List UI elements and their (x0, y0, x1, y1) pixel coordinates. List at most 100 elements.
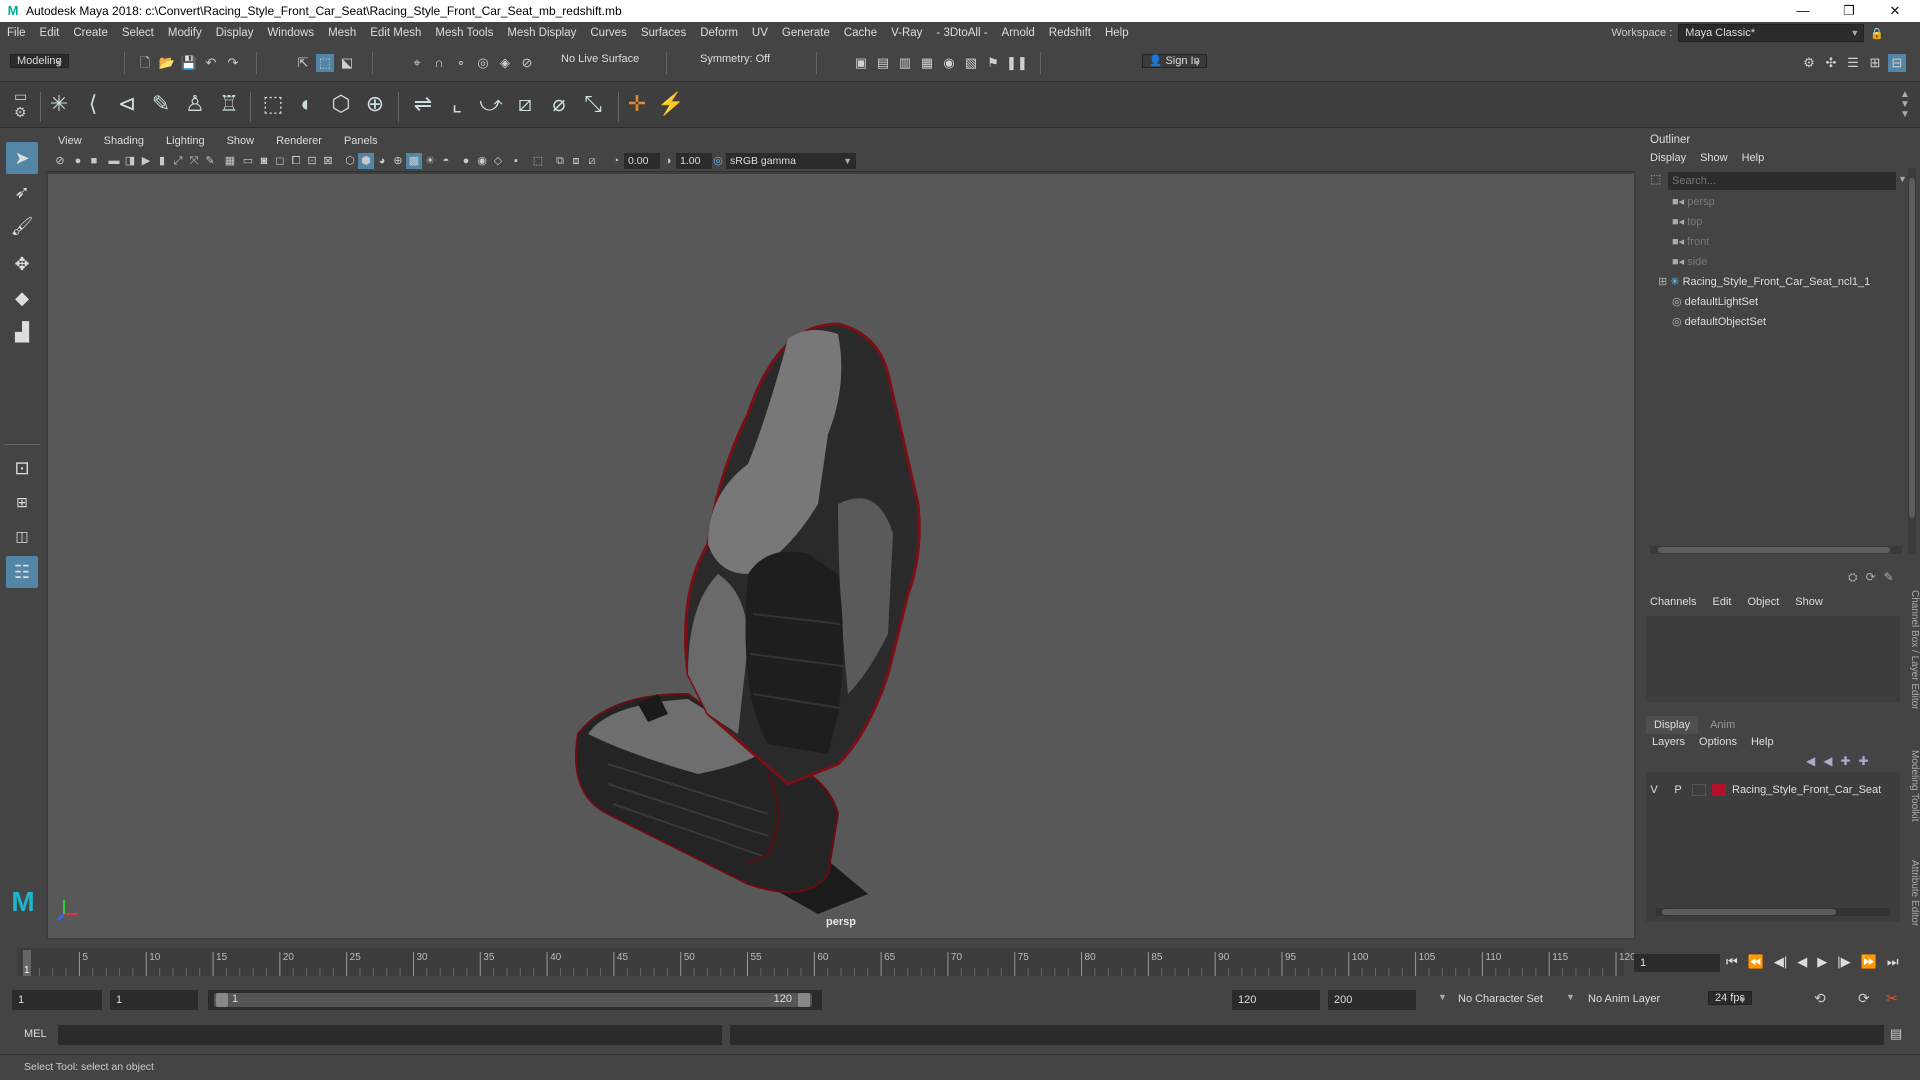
snap-grid-icon[interactable]: ⌖ (408, 54, 426, 72)
outliner-menu-show[interactable]: Show (1700, 152, 1728, 164)
wireframe-icon[interactable]: ⬡ (342, 153, 358, 169)
play-backward-icon[interactable]: ◀ (1797, 954, 1807, 970)
scale-tool-icon[interactable]: ▟ (6, 316, 38, 348)
grease-pencil-icon[interactable]: ▶ (138, 153, 154, 169)
bookmark-icon[interactable]: ■ (86, 153, 102, 169)
layer-color-swatch[interactable] (1712, 784, 1726, 796)
outliner-search-input[interactable] (1668, 172, 1896, 190)
move-layer-down-icon[interactable]: ◀ (1823, 754, 1832, 768)
3dtoall-icon[interactable]: ✛ (622, 88, 652, 120)
render-view-icon[interactable]: ▣ (852, 54, 870, 72)
menu-edit[interactable]: Edit (33, 27, 67, 39)
layer-playback-toggle[interactable]: P (1668, 784, 1688, 796)
panel-menu-view[interactable]: View (46, 135, 92, 147)
minimize-button[interactable]: — (1780, 0, 1826, 22)
depth-of-field-icon[interactable]: ▪ (508, 153, 524, 169)
refresh-icon[interactable]: ⟳ (1866, 570, 1876, 585)
menu-generate[interactable]: Generate (775, 27, 837, 39)
snap-curve-icon[interactable]: ∩ (430, 54, 448, 72)
select-hierarchy-icon[interactable]: ⇱ (294, 54, 312, 72)
save-scene-icon[interactable]: 💾 (180, 54, 198, 72)
step-forward-key-icon[interactable]: ⏩ (1861, 954, 1877, 970)
ep-curve-icon[interactable]: ⊲ (112, 88, 142, 120)
create-sphere-icon[interactable]: ◐ (292, 88, 322, 120)
step-forward-frame-icon[interactable]: |▶ (1837, 954, 1850, 970)
panel-menu-renderer[interactable]: Renderer (264, 135, 332, 147)
panel-menu-shading[interactable]: Shading (92, 135, 154, 147)
3dtoall-export-icon[interactable]: ⚡ (656, 88, 686, 120)
menu-windows[interactable]: Windows (260, 27, 321, 39)
outliner-item-racing-seat[interactable]: ⊞ ✳ Racing_Style_Front_Car_Seat_ncl1_1 (1642, 272, 1892, 292)
new-layer-icon[interactable]: ✚ (1840, 754, 1850, 768)
redo-icon[interactable]: ↷ (224, 54, 242, 72)
outliner-horizontal-scrollbar[interactable] (1650, 546, 1902, 554)
motion-blur-icon[interactable]: ◉ (474, 153, 490, 169)
outliner-menu-display[interactable]: Display (1650, 152, 1686, 164)
bridge-icon[interactable]: ⤻ (476, 88, 506, 120)
move-tool-icon[interactable]: ✥ (6, 248, 38, 280)
skeleton-icon[interactable]: ♖ (214, 88, 244, 120)
panel-menu-lighting[interactable]: Lighting (154, 135, 215, 147)
bevel-icon[interactable]: ⌞ (442, 88, 472, 120)
layer-visibility-toggle[interactable]: V (1646, 784, 1662, 796)
menu-edit-mesh[interactable]: Edit Mesh (363, 27, 428, 39)
outliner-item-default-object-set[interactable]: ◎ defaultObjectSet (1642, 312, 1892, 332)
safe-action-icon[interactable]: ⧠ (288, 153, 304, 169)
channel-menu-show[interactable]: Show (1795, 596, 1823, 608)
shelf-options-icon[interactable]: ▭ ⚙ (14, 88, 27, 120)
undo-icon[interactable]: ↶ (202, 54, 220, 72)
current-frame-field[interactable]: 1 (1634, 954, 1720, 972)
step-back-frame-icon[interactable]: ◀| (1774, 954, 1787, 970)
expand-plus-icon[interactable]: ⊞ (1658, 276, 1667, 288)
textured-icon[interactable]: ▩ (406, 153, 422, 169)
safe-title-icon[interactable]: ⊡ (304, 153, 320, 169)
render-frame-icon[interactable]: ▤ (874, 54, 892, 72)
image-plane-icon[interactable]: ▬ (106, 153, 122, 169)
lock-icon[interactable]: 🔒 (1870, 27, 1884, 40)
menu-uv[interactable]: UV (745, 27, 775, 39)
grid-icon[interactable]: ▦ (222, 153, 238, 169)
attribute-editor-icon[interactable]: ☰ (1844, 54, 1862, 72)
select-component-icon[interactable]: ⬕ (338, 54, 356, 72)
film-gate-icon[interactable]: ✎ (202, 153, 218, 169)
tool-settings-icon[interactable]: ⊞ (1866, 54, 1884, 72)
go-to-end-icon[interactable]: ⏭ (1887, 954, 1899, 970)
menu-vray[interactable]: V-Ray (884, 27, 929, 39)
bookmark-view-icon[interactable]: ▮ (154, 153, 170, 169)
isolate-select-icon[interactable]: ⬚ (530, 153, 546, 169)
exposure-icon[interactable]: ◔ (608, 153, 624, 169)
layer-type-toggle[interactable] (1692, 784, 1706, 796)
select-tool-icon[interactable]: ➤ (6, 142, 38, 174)
playback-end-field[interactable]: 120 (1232, 990, 1320, 1010)
play-forward-icon[interactable]: ▶ (1817, 954, 1827, 970)
shelf-scroll-icon[interactable]: ▲ ▼ ▼ (1900, 90, 1910, 120)
use-all-lights-icon[interactable]: ☀ (422, 153, 438, 169)
default-material-icon[interactable]: ◕ (374, 153, 390, 169)
side-tab-attribute-editor[interactable]: Attribute Editor (1900, 848, 1920, 938)
timeline-ruler[interactable]: 5 10 15 20 25 30 35 40 45 50 55 60 65 70 75 80 85 90 95 100… (0, 944, 1640, 980)
menu-cache[interactable]: Cache (837, 27, 884, 39)
resolution-gate-icon[interactable]: ▭ (240, 153, 256, 169)
fps-dropdown[interactable]: 24 fps ▼ (1708, 991, 1752, 1005)
single-perspective-layout-icon[interactable]: ⊡ (6, 452, 38, 484)
side-tab-channel-box[interactable]: Channel Box / Layer Editor (1900, 580, 1920, 720)
layer-horizontal-scrollbar[interactable] (1656, 908, 1890, 916)
script-editor-icon[interactable]: ▤ (1890, 1026, 1902, 1042)
character-rig-icon[interactable]: ♙ (180, 88, 210, 120)
animation-start-field[interactable]: 1 (12, 990, 102, 1010)
panel-menu-show[interactable]: Show (215, 135, 265, 147)
color-management-icon[interactable]: ◎ (710, 153, 726, 169)
menu-mesh[interactable]: Mesh (321, 27, 363, 39)
new-layer-selected-icon[interactable]: ✚ (1859, 754, 1869, 768)
command-input[interactable] (58, 1025, 722, 1045)
outliner-item-side[interactable]: ■◂ side (1642, 252, 1892, 272)
menu-modify[interactable]: Modify (161, 27, 209, 39)
channel-menu-channels[interactable]: Channels (1650, 596, 1696, 608)
two-pane-layout-icon[interactable]: ◫ (6, 520, 38, 552)
extrude-icon[interactable]: ⇌ (408, 88, 438, 120)
scrollbar-thumb[interactable] (1662, 909, 1836, 915)
layer-menu-options[interactable]: Options (1699, 736, 1737, 748)
gate-mask-icon[interactable]: ◙ (256, 153, 272, 169)
create-cylinder-icon[interactable]: ⬡ (326, 88, 356, 120)
layer-menu-help[interactable]: Help (1751, 736, 1774, 748)
